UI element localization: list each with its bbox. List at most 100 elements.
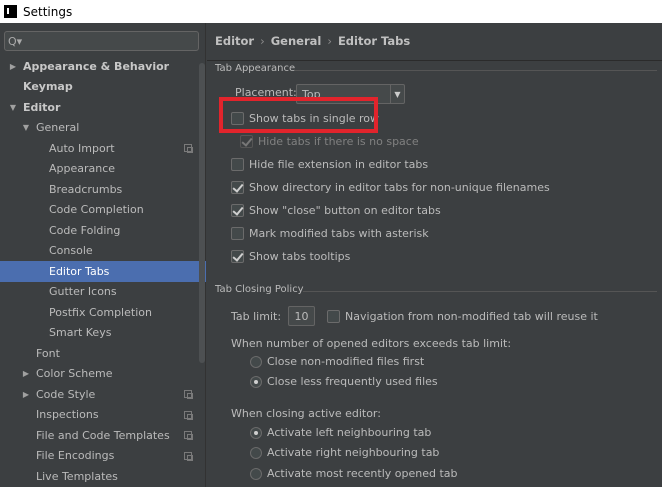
sidebar-item-label: Appearance	[49, 162, 116, 176]
hide-extension-label: Hide file extension in editor tabs	[249, 158, 429, 171]
sidebar-item-console[interactable]: Console	[0, 241, 206, 262]
expand-arrow-down-icon[interactable]: ▼	[8, 103, 18, 112]
sidebar-item-live-templates[interactable]: Live Templates	[0, 466, 206, 487]
activate-right-radio[interactable]	[250, 446, 262, 459]
project-scope-icon	[184, 410, 193, 420]
project-scope-icon	[184, 144, 193, 154]
title-bar: Settings	[0, 0, 662, 23]
option-hide-file-extension[interactable]: Hide file extension in editor tabs	[231, 158, 428, 171]
settings-tree: ▶ Appearance & Behavior Keymap ▼ Editor ▼ Gene…	[0, 56, 206, 487]
sidebar-item-label: Color Scheme	[36, 367, 113, 381]
sidebar-item-file-and-code-templates[interactable]: File and Code Templates	[0, 425, 206, 446]
sidebar-scrollbar-thumb[interactable]	[199, 63, 205, 363]
breadcrumb: Editor › General › Editor Tabs	[215, 34, 410, 48]
sidebar-item-label: Console	[49, 244, 93, 258]
activate-left-label: Activate left neighbouring tab	[267, 426, 432, 439]
option-mark-modified[interactable]: Mark modified tabs with asterisk	[231, 227, 429, 240]
breadcrumb-separator: ›	[260, 34, 265, 48]
sidebar-item-code-style[interactable]: ▶ Code Style	[0, 384, 206, 405]
radio-close-less-frequent[interactable]: Close less frequently used files	[250, 375, 438, 388]
expand-arrow-right-icon[interactable]: ▶	[8, 62, 18, 71]
option-show-close-button[interactable]: Show "close" button on editor tabs	[231, 204, 441, 217]
project-scope-icon	[184, 451, 193, 461]
activate-right-label: Activate right neighbouring tab	[267, 446, 440, 459]
sidebar-item-general[interactable]: ▼ General	[0, 118, 206, 139]
sidebar-item-label: Editor Tabs	[49, 264, 110, 278]
chevron-down-icon: ▼	[390, 85, 404, 103]
sidebar-item-label: Inspections	[36, 408, 99, 422]
sidebar-item-code-completion[interactable]: Code Completion	[0, 200, 206, 221]
expand-arrow-right-icon[interactable]: ▶	[21, 390, 31, 399]
expand-arrow-right-icon[interactable]: ▶	[21, 369, 31, 378]
exceeds-limit-heading: When number of opened editors exceeds ta…	[231, 337, 511, 350]
editor-tabs-panel: Editor › General › Editor Tabs Tab Appea…	[207, 23, 662, 487]
show-directory-checkbox[interactable]	[231, 181, 244, 194]
sidebar-item-label: Code Style	[36, 387, 96, 401]
sidebar-item-inspections[interactable]: Inspections	[0, 405, 206, 426]
project-scope-icon	[184, 431, 193, 441]
close-button-checkbox[interactable]	[231, 204, 244, 217]
tab-closing-divider	[303, 291, 657, 292]
sidebar-item-appearance-behavior[interactable]: ▶ Appearance & Behavior	[0, 56, 206, 77]
breadcrumb-general: General	[270, 34, 322, 48]
close-button-label: Show "close" button on editor tabs	[249, 204, 441, 217]
option-hide-tabs-no-space[interactable]: Hide tabs if there is no space	[240, 135, 419, 148]
radio-activate-right[interactable]: Activate right neighbouring tab	[250, 446, 439, 459]
tab-appearance-title: Tab Appearance	[215, 63, 296, 74]
close-non-modified-radio[interactable]	[250, 355, 262, 368]
close-less-frequent-label: Close less frequently used files	[267, 375, 438, 388]
sidebar-item-smart-keys[interactable]: Smart Keys	[0, 323, 206, 344]
tooltips-label: Show tabs tooltips	[249, 250, 351, 263]
breadcrumb-editor: Editor	[215, 34, 255, 48]
closing-active-heading: When closing active editor:	[231, 407, 381, 420]
activate-recent-radio[interactable]	[250, 467, 262, 480]
sidebar-item-code-folding[interactable]: Code Folding	[0, 220, 206, 241]
navigation-reuse-checkbox[interactable]	[327, 309, 341, 323]
close-less-frequent-radio[interactable]	[250, 375, 262, 388]
hide-extension-checkbox[interactable]	[231, 158, 244, 171]
activate-left-radio[interactable]	[250, 426, 262, 439]
tooltips-checkbox[interactable]	[231, 250, 244, 263]
exceeds-limit-label: When number of opened editors exceeds ta…	[231, 337, 512, 350]
mark-modified-label: Mark modified tabs with asterisk	[249, 227, 429, 240]
sidebar-item-gutter-icons[interactable]: Gutter Icons	[0, 282, 206, 303]
option-show-directory[interactable]: Show directory in editor tabs for non-un…	[231, 181, 550, 194]
window-title: Settings	[23, 4, 73, 19]
breadcrumb-editor-tabs: Editor Tabs	[337, 34, 411, 48]
settings-search-input[interactable]: Q▾	[4, 31, 199, 51]
sidebar-item-file-encodings[interactable]: File Encodings	[0, 446, 206, 467]
sidebar-item-breadcrumbs[interactable]: Breadcrumbs	[0, 179, 206, 200]
sidebar-item-font[interactable]: Font	[0, 343, 206, 364]
sidebar-item-color-scheme[interactable]: ▶ Color Scheme	[0, 364, 206, 385]
settings-sidebar: Q▾ ▶ Appearance & Behavior Keymap ▼ Editor ▼ G…	[0, 23, 206, 487]
sidebar-item-auto-import[interactable]: Auto Import	[0, 138, 206, 159]
sidebar-item-editor-tabs[interactable]: Editor Tabs	[0, 261, 206, 282]
mark-modified-checkbox[interactable]	[231, 227, 244, 240]
sidebar-item-label: General	[36, 121, 80, 135]
close-non-modified-label: Close non-modified files first	[267, 355, 425, 368]
option-show-tooltips[interactable]: Show tabs tooltips	[231, 250, 350, 263]
sidebar-item-label: Code Completion	[49, 203, 144, 217]
closing-active-label: When closing active editor:	[231, 407, 381, 420]
tab-limit-input[interactable]: 10	[288, 306, 316, 326]
expand-arrow-down-icon[interactable]: ▼	[21, 123, 31, 132]
activate-recent-label: Activate most recently opened tab	[267, 467, 458, 480]
sidebar-item-postfix-completion[interactable]: Postfix Completion	[0, 302, 206, 323]
tab-limit-label: Tab limit:	[231, 309, 282, 323]
sidebar-item-editor[interactable]: ▼ Editor	[0, 97, 206, 118]
sidebar-item-appearance[interactable]: Appearance	[0, 159, 206, 180]
sidebar-item-label: Font	[36, 346, 60, 360]
sidebar-item-label: Keymap	[23, 80, 73, 94]
sidebar-item-label: File and Code Templates	[36, 428, 170, 442]
hide-tabs-checkbox[interactable]	[240, 135, 253, 148]
sidebar-item-keymap[interactable]: Keymap	[0, 77, 206, 98]
red-highlight-box	[219, 97, 378, 133]
radio-activate-left[interactable]: Activate left neighbouring tab	[250, 426, 431, 439]
sidebar-item-label: Appearance & Behavior	[23, 59, 170, 73]
search-icon: Q▾	[8, 34, 23, 48]
radio-close-non-modified[interactable]: Close non-modified files first	[250, 355, 424, 368]
hide-tabs-label: Hide tabs if there is no space	[258, 135, 419, 148]
sidebar-item-label: Postfix Completion	[49, 305, 152, 319]
header-divider	[207, 60, 662, 61]
radio-activate-recent[interactable]: Activate most recently opened tab	[250, 467, 458, 480]
